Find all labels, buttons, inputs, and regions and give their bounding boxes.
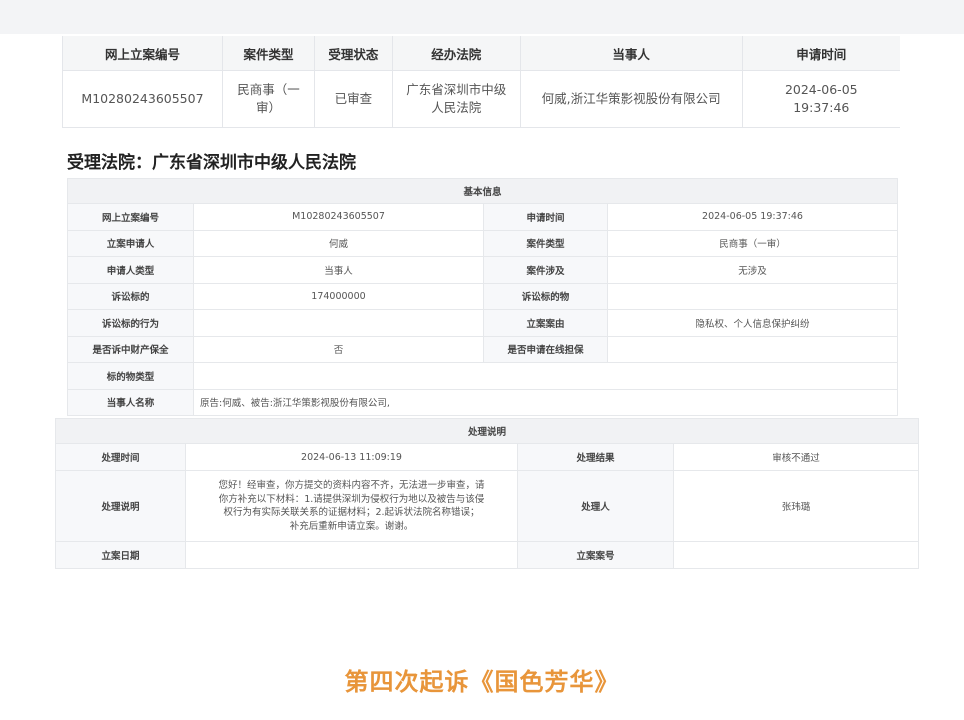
case-summary-table: 网上立案编号 案件类型 受理状态 经办法院 当事人 申请时间 M10280243… [62,36,900,128]
label-act: 诉讼标的行为 [67,309,194,337]
label-object-type: 标的物类型 [67,362,194,390]
time-date: 2024-06-05 [784,82,858,97]
label-online-no: 网上立案编号 [67,203,194,231]
cell-status: 已审查 [313,70,393,128]
value-party-name: 原告:何威、被告:浙江华策影视股份有限公司, [192,388,899,416]
table-row[interactable]: M10280243605507 民商事（一审） 已审查 广东省深圳市中级人民法院… [62,70,900,128]
label-file-no: 立案案号 [517,541,674,569]
table-row: 诉讼标的行为 立案案由 隐私权、个人信息保护纠纷 [67,309,899,337]
value-process-result: 审核不通过 [672,443,920,471]
value-online-no: M10280243605507 [193,203,484,231]
header-case-no: 网上立案编号 [62,36,223,71]
label-preserve: 是否诉中财产保全 [67,335,194,363]
header-parties: 当事人 [519,36,743,71]
label-handler: 处理人 [517,470,674,542]
label-applicant: 立案申请人 [67,229,194,257]
header-time: 申请时间 [741,36,900,71]
value-object-type [192,362,899,390]
caption: 第四次起诉《国色芳华》 [344,668,620,696]
table-row: 立案申请人 何威 案件类型 民商事（一审） [67,229,899,257]
label-file-date: 立案日期 [55,541,186,569]
label-process-desc: 处理说明 [55,470,186,542]
process-title: 处理说明 [54,418,920,444]
label-amount: 诉讼标的 [67,282,194,310]
label-case-type: 案件类型 [483,229,608,257]
cell-time: 2024-06-05 19:37:46 [741,70,900,128]
table-row: 立案日期 立案案号 [55,541,920,569]
header-status: 受理状态 [313,36,393,71]
label-apply-time: 申请时间 [483,203,608,231]
table-row: 网上立案编号 M10280243605507 申请时间 2024-06-05 1… [67,203,899,231]
value-case-type: 民商事（一审） [606,229,899,257]
time-clock: 19:37:46 [793,100,850,115]
label-party-name: 当事人名称 [67,388,194,416]
value-process-time: 2024-06-13 11:09:19 [185,443,518,471]
header-case-type: 案件类型 [221,36,315,71]
value-applicant-type: 当事人 [193,256,484,284]
label-applicant-type: 申请人类型 [67,256,194,284]
court-title: 受理法院：广东省深圳市中级人民法院 [67,153,356,173]
process-table: 处理说明 处理时间 2024-06-13 11:09:19 处理结果 审核不通过… [54,418,920,569]
value-preserve: 否 [193,335,484,363]
value-involve: 无涉及 [606,256,899,284]
basic-info-table: 基本信息 网上立案编号 M10280243605507 申请时间 2024-06… [66,178,899,416]
value-handler: 张玮璐 [672,470,920,542]
value-apply-time: 2024-06-05 19:37:46 [606,203,899,231]
cell-case-no: M10280243605507 [62,70,223,128]
value-applicant: 何威 [193,229,484,257]
table-row: 处理时间 2024-06-13 11:09:19 处理结果 审核不通过 [55,443,920,471]
header-court: 经办法院 [391,36,521,71]
desc-line: 权行为有实际关联关系的证据材料；2.起诉状法院名称错误； [223,507,480,518]
table-row: 是否诉中财产保全 否 是否申请在线担保 [67,335,899,363]
value-amount: 174000000 [193,282,484,310]
label-process-result: 处理结果 [517,443,674,471]
label-cause: 立案案由 [483,309,608,337]
cell-case-type: 民商事（一审） [221,70,315,128]
top-bar [0,0,964,34]
table-row: 申请人类型 当事人 案件涉及 无涉及 [67,256,899,284]
desc-line: 补充后重新申请立案。谢谢。 [289,520,414,532]
table-row: 标的物类型 [67,362,899,390]
basic-info-title: 基本信息 [66,178,899,204]
value-cause: 隐私权、个人信息保护纠纷 [606,309,899,337]
label-guarantee: 是否申请在线担保 [483,335,608,363]
value-object [606,282,899,310]
value-file-no [672,541,920,569]
desc-line: 您好！经审查，你方提交的资料内容不齐，无法进一步审查，请 [218,480,485,491]
cell-court: 广东省深圳市中级人民法院 [391,70,521,128]
label-object: 诉讼标的物 [483,282,608,310]
value-guarantee [606,335,899,363]
label-involve: 案件涉及 [483,256,608,284]
value-act [193,309,484,337]
table-row: 处理说明 您好！经审查，你方提交的资料内容不齐，无法进一步审查，请 你方补充以下… [55,470,920,542]
value-file-date [185,541,518,569]
value-process-desc: 您好！经审查，你方提交的资料内容不齐，无法进一步审查，请 你方补充以下材料：1.… [185,470,518,542]
summary-header-row: 网上立案编号 案件类型 受理状态 经办法院 当事人 申请时间 [62,36,900,71]
cell-parties: 何威,浙江华策影视股份有限公司 [519,70,743,128]
label-process-time: 处理时间 [55,443,186,471]
table-row: 诉讼标的 174000000 诉讼标的物 [67,282,899,310]
desc-line: 你方补充以下材料：1.请提供深圳为侵权行为地以及被告与该侵 [218,493,485,505]
table-row: 当事人名称 原告:何威、被告:浙江华策影视股份有限公司, [67,388,899,416]
